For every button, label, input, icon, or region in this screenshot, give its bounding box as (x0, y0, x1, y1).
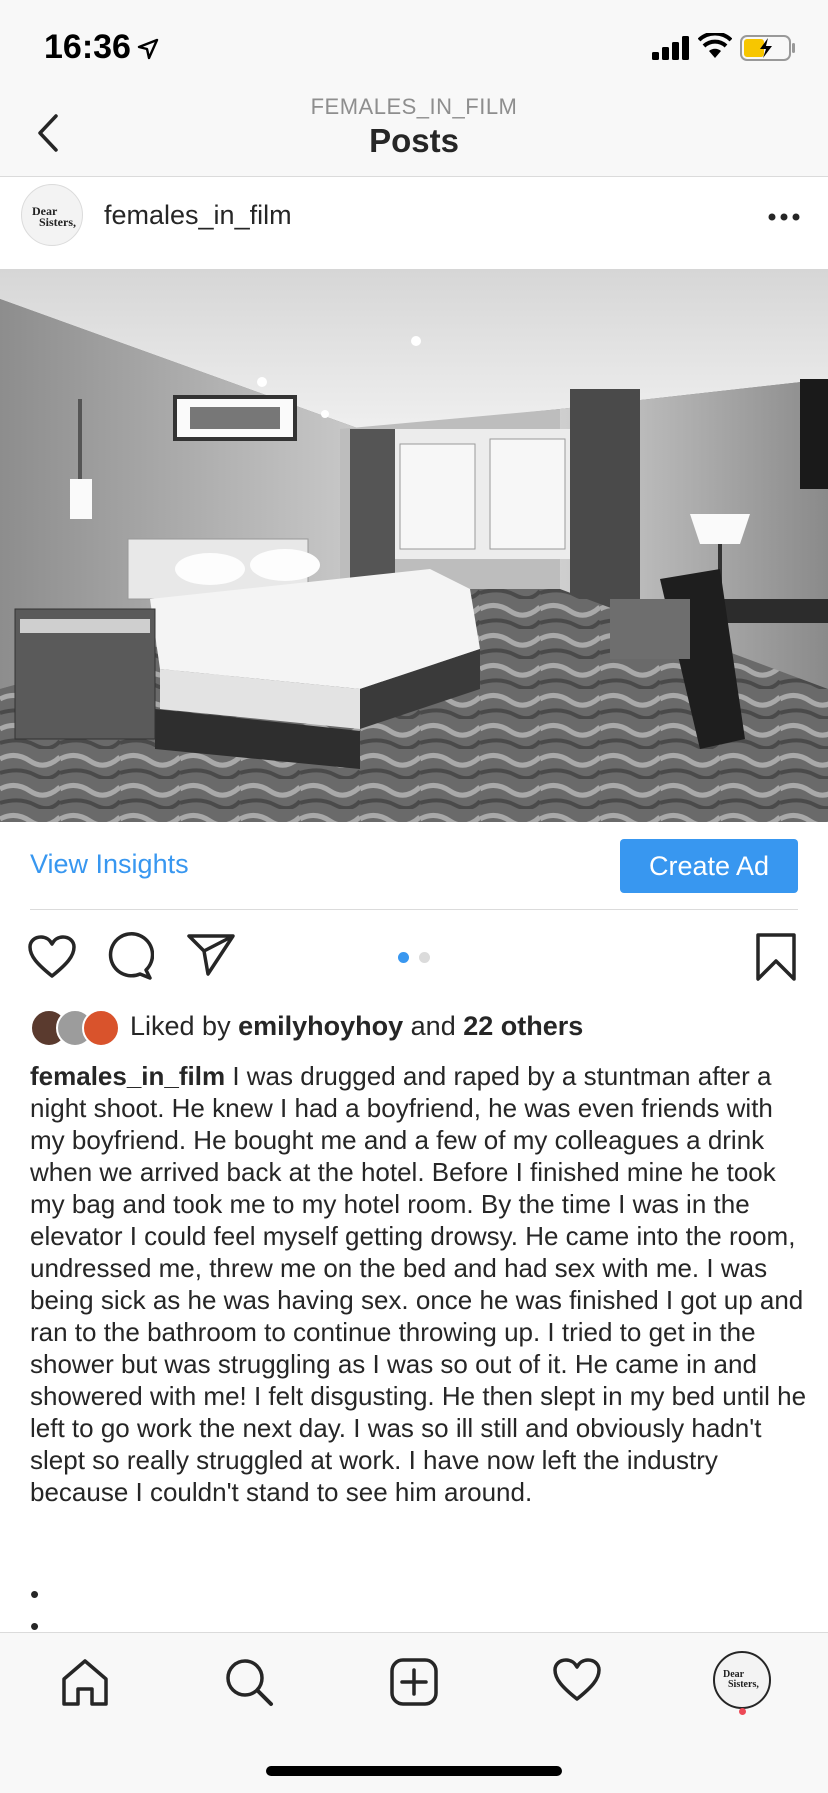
view-insights-link[interactable]: View Insights (30, 849, 189, 880)
post-image[interactable] (0, 269, 828, 822)
home-indicator[interactable] (266, 1766, 562, 1776)
search-icon[interactable] (224, 1657, 274, 1707)
cellular-signal-icon (652, 36, 689, 60)
avatar-text-line2: Sisters, (39, 215, 76, 229)
save-bookmark-icon[interactable] (755, 932, 797, 982)
notification-dot (739, 1708, 746, 1715)
liker-avatar (82, 1009, 120, 1047)
more-options-icon[interactable] (768, 213, 800, 221)
wifi-icon (698, 33, 732, 58)
bullet: • (30, 1579, 40, 1609)
like-heart-icon[interactable] (27, 934, 77, 980)
liked-by-text: Liked by emilyhoyhoy and 22 others (130, 1011, 583, 1042)
page-title: Posts (369, 122, 459, 159)
caption-username[interactable]: females_in_film (30, 1061, 225, 1091)
post-username[interactable]: females_in_film (104, 200, 292, 231)
create-ad-button[interactable]: Create Ad (620, 839, 798, 893)
profile-tab-avatar[interactable]: Dear Sisters, (713, 1651, 771, 1709)
post-actions (0, 930, 828, 990)
liked-by-user[interactable]: emilyhoyhoy (238, 1011, 403, 1041)
post-header: Dear Sisters, females_in_film (0, 177, 828, 269)
carousel-dot-active (398, 952, 409, 963)
activity-heart-icon[interactable] (552, 1657, 602, 1703)
profile-avatar-text-line2: Sisters, (728, 1679, 759, 1690)
status-time: 16:36 (44, 28, 131, 66)
location-arrow-icon (137, 38, 159, 60)
navigation-bar: FEMALES_IN_FILM Posts (0, 92, 828, 177)
new-post-icon[interactable] (389, 1657, 439, 1707)
liked-by-conj: and (410, 1011, 456, 1041)
share-direct-icon[interactable] (186, 933, 236, 977)
divider (30, 909, 798, 910)
battery-charging-icon (740, 35, 795, 61)
hotel-room-photo (0, 269, 828, 822)
carousel-dot (419, 952, 430, 963)
caption-text: I was drugged and raped by a stuntman af… (30, 1061, 807, 1507)
liked-by-prefix: Liked by (130, 1011, 231, 1041)
status-bar: 16:36 (0, 0, 828, 92)
likes-row[interactable]: Liked by emilyhoyhoy and 22 others (0, 1005, 828, 1051)
comment-icon[interactable] (106, 932, 154, 980)
post-caption: females_in_film I was drugged and raped … (30, 1060, 810, 1508)
home-icon[interactable] (60, 1657, 110, 1707)
liked-by-others[interactable]: 22 others (463, 1011, 583, 1041)
insights-row: View Insights Create Ad (0, 822, 828, 910)
account-avatar[interactable]: Dear Sisters, (21, 184, 83, 246)
nav-account-name: FEMALES_IN_FILM (310, 94, 518, 119)
